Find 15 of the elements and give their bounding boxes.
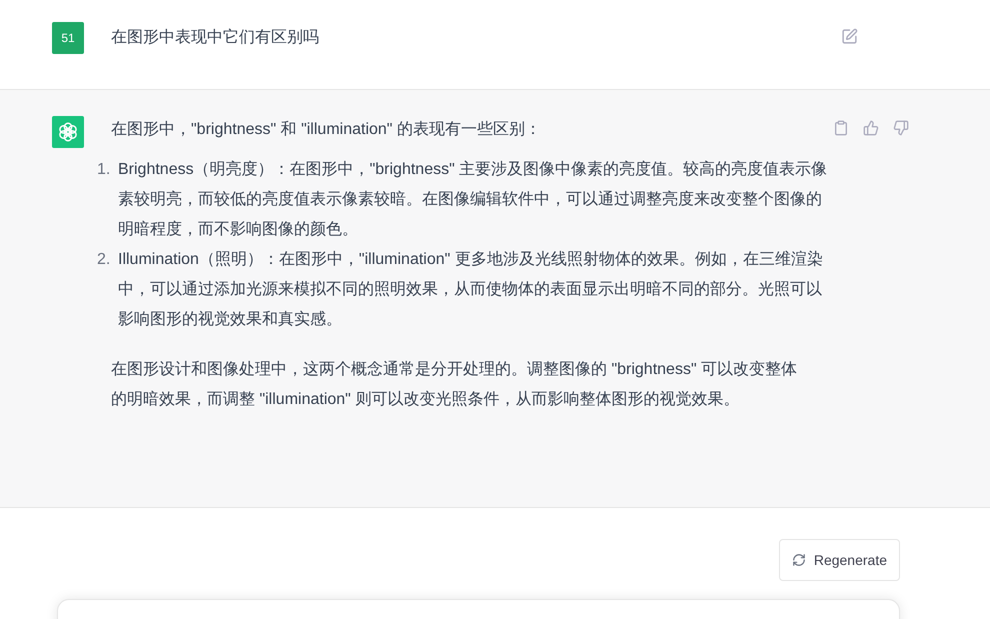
assistant-conclusion: 在图形设计和图像处理中，这两个概念通常是分开处理的。调整图像的 "brightness" 可以改变整体的明暗效果，而调整 "illumination" 则可以改变光照条件，从而影响整体图形的视觉效果。 xyxy=(111,360,798,410)
user-avatar: 51 xyxy=(52,22,84,54)
edit-icon[interactable] xyxy=(841,28,858,45)
regenerate-button[interactable]: Regenerate xyxy=(778,539,900,581)
thumbs-down-icon[interactable] xyxy=(893,120,909,136)
copy-icon[interactable] xyxy=(833,120,849,136)
knot-logo-icon xyxy=(57,121,79,143)
list-number: 2. xyxy=(97,250,112,270)
thumbs-up-icon[interactable] xyxy=(863,120,879,136)
list-item-text: Brightness（明亮度）：在图形中，"brightness" 主要涉及图像中像素的亮度值。较高的亮度值表示像素较明亮，而较低的亮度值表示像素较暗。在图像编辑软件中，可以通过调整亮度来改变整个图像的明暗程度，而不影响图像的颜色。 xyxy=(118,160,828,240)
user-message: 在图形中表现中它们有区别吗 xyxy=(111,28,320,48)
assistant-intro: 在图形中，"brightness" 和 "illumination" 的表现有一些区别： xyxy=(111,120,542,140)
refresh-icon xyxy=(792,553,806,567)
list-number: 1. xyxy=(97,160,112,180)
list-item-text: Illumination（照明）：在图形中，"illumination" 更多地涉及光线照射物体的效果。例如，在三维渲染中，可以通过添加光源来模拟不同的照明效果，从而使物体的表面显示出明暗不同的部分。光照可以影响图形的视觉效果和真实感。 xyxy=(118,250,824,330)
